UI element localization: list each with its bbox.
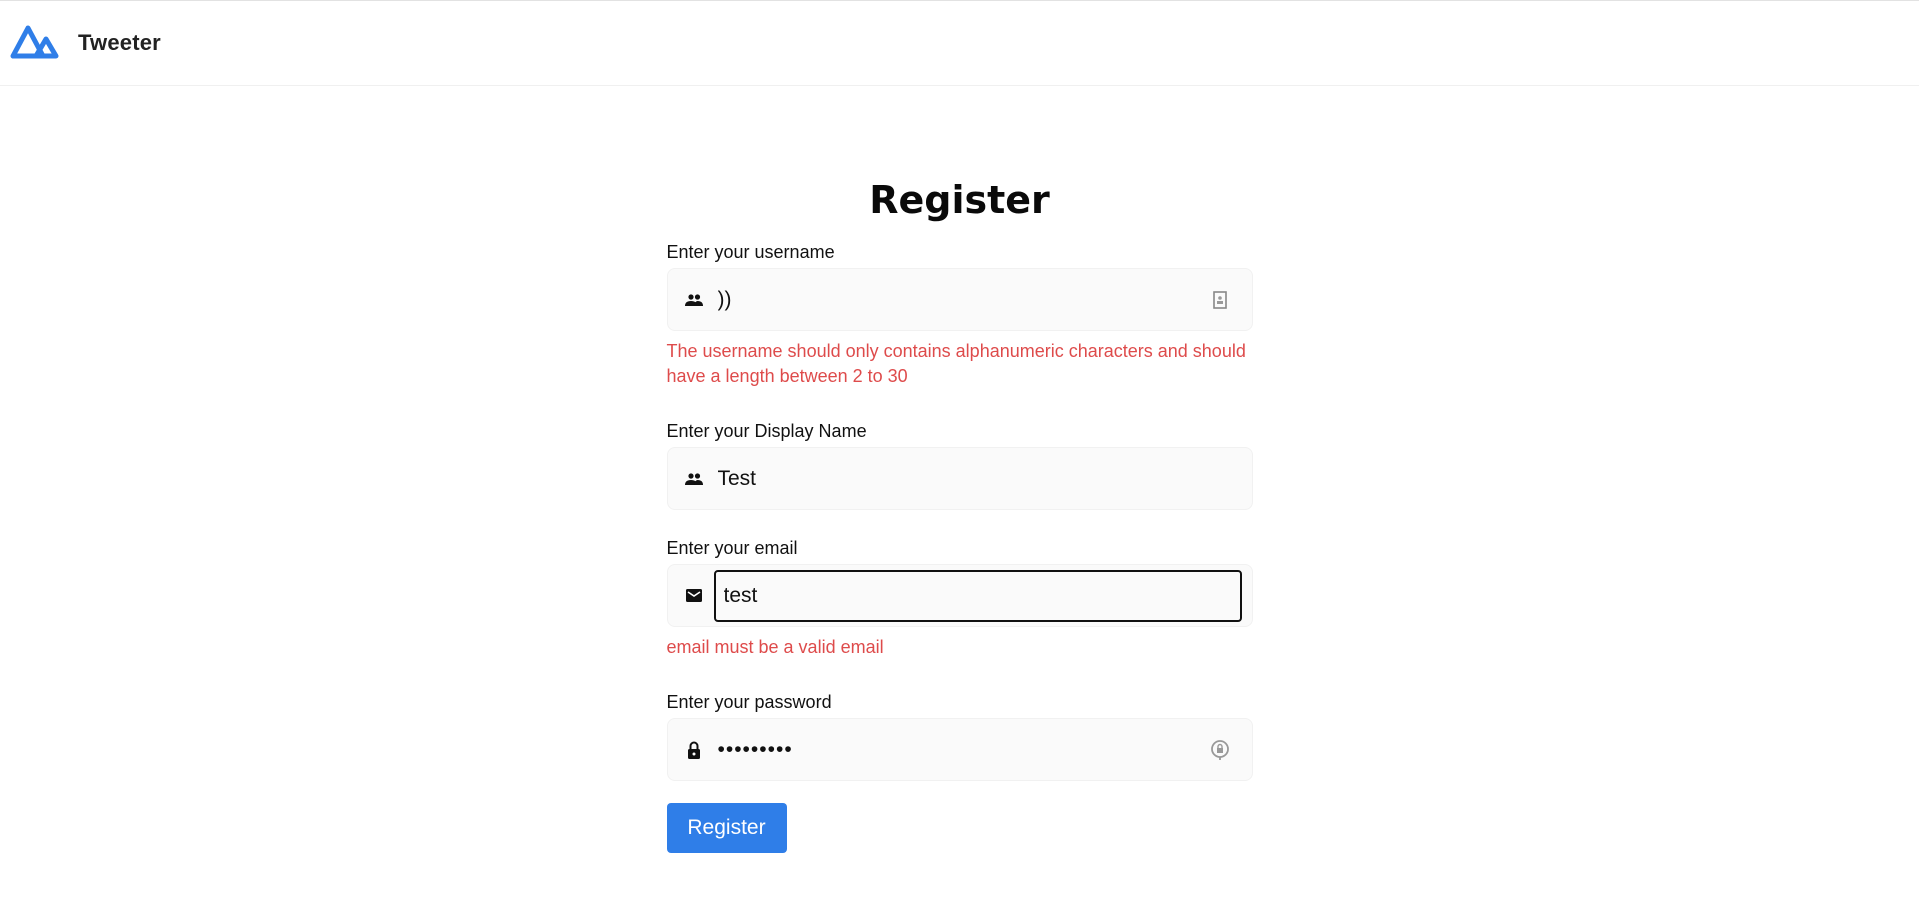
- email-label: Enter your email: [666, 538, 798, 558]
- tweeter-logo-icon[interactable]: [8, 23, 62, 63]
- lock-icon: [674, 741, 714, 759]
- display-name-input-wrapper: [666, 447, 1253, 510]
- password-label: Enter your password: [666, 692, 832, 712]
- display-name-input[interactable]: [713, 448, 1252, 509]
- email-input-wrapper: [666, 564, 1253, 627]
- people-icon: [674, 472, 714, 485]
- username-label: Enter your username: [666, 242, 835, 262]
- username-error: The username should only contains alphan…: [666, 341, 1246, 386]
- email-field-group: Enter your email email must be a valid e…: [666, 536, 1253, 660]
- username-input[interactable]: [713, 269, 1200, 330]
- display-name-field-group: Enter your Display Name: [666, 419, 1253, 510]
- password-field-group: Enter your password: [666, 690, 1253, 781]
- email-input[interactable]: [713, 569, 1242, 622]
- register-form: Register Enter your username The usernam…: [666, 86, 1253, 853]
- password-input-wrapper: [666, 718, 1253, 781]
- register-button[interactable]: Register: [666, 803, 787, 853]
- brand-name[interactable]: Tweeter: [78, 30, 161, 56]
- mail-icon: [674, 589, 714, 602]
- top-bar: Tweeter: [0, 0, 1919, 86]
- username-field-group: Enter your username The username should …: [666, 240, 1253, 389]
- email-error: email must be a valid email: [666, 637, 884, 657]
- password-manager-icon[interactable]: [1200, 739, 1240, 761]
- password-input[interactable]: [713, 719, 1200, 780]
- page-title: Register: [869, 178, 1050, 222]
- contact-card-icon[interactable]: [1200, 290, 1240, 309]
- display-name-label: Enter your Display Name: [666, 421, 867, 441]
- people-icon: [674, 293, 714, 306]
- username-input-wrapper: [666, 268, 1253, 331]
